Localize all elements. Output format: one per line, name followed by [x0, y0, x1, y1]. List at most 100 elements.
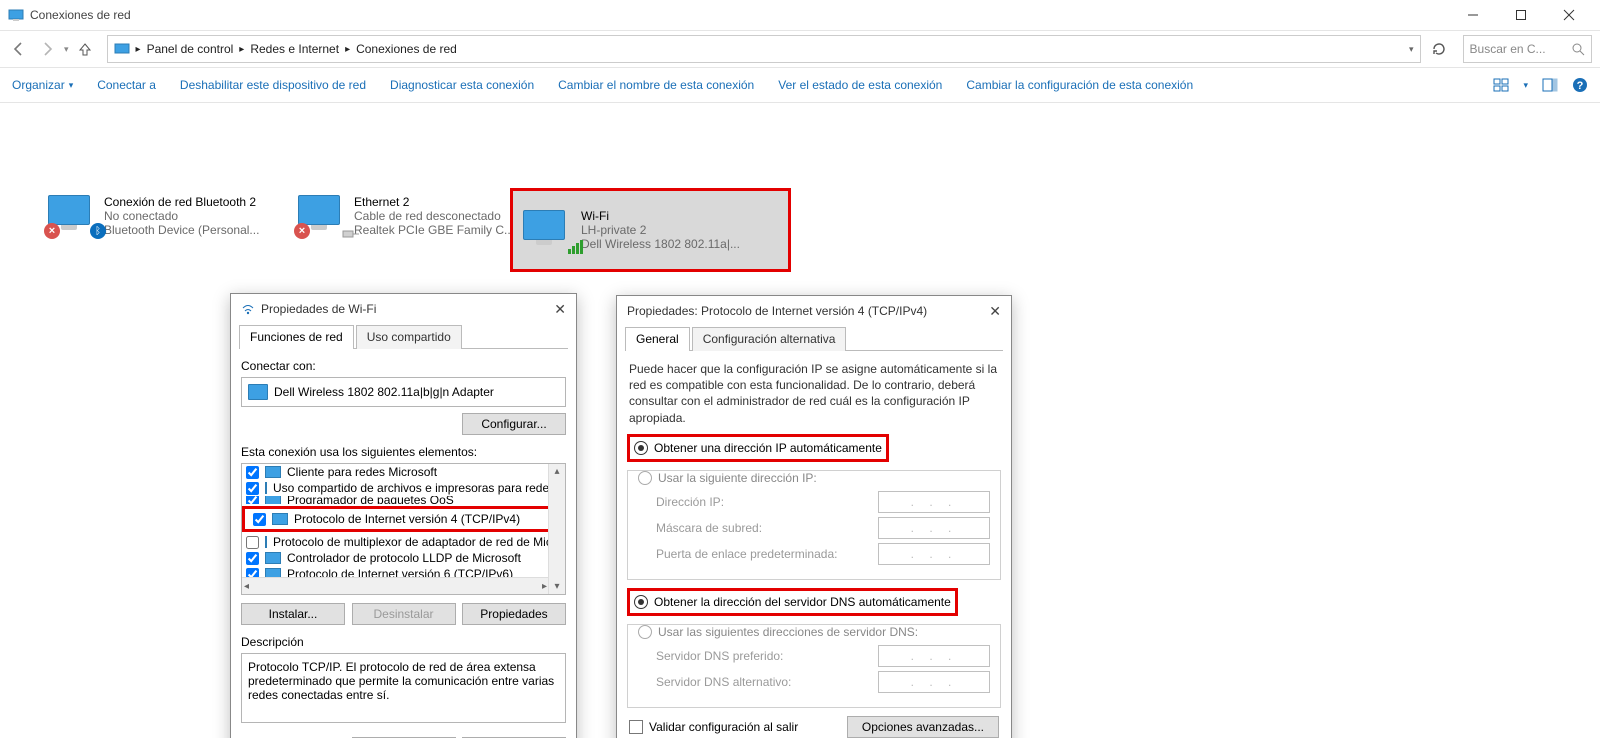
vertical-scrollbar[interactable]: ▴▾	[548, 464, 565, 594]
search-icon	[1571, 42, 1585, 56]
cmd-diagnose[interactable]: Diagnosticar esta conexión	[390, 78, 534, 92]
dialog-title: Propiedades de Wi-Fi	[261, 302, 376, 316]
uninstall-button: Desinstalar	[352, 603, 456, 625]
connection-ethernet[interactable]: × Ethernet 2 Cable de red desconectado R…	[298, 195, 538, 237]
tab-sharing[interactable]: Uso compartido	[356, 325, 462, 349]
dns-pref-input: . . .	[878, 645, 990, 667]
connection-status: Cable de red desconectado	[354, 209, 514, 223]
address-bar[interactable]: ▸ Panel de control ▸ Redes e Internet ▸ …	[107, 35, 1421, 63]
cmd-connect[interactable]: Conectar a	[97, 78, 156, 92]
wifi-properties-dialog: Propiedades de Wi-Fi ✕ Funciones de red …	[230, 293, 577, 738]
wifi-icon	[241, 302, 255, 316]
radio-icon	[638, 471, 652, 485]
list-item[interactable]: Protocolo de multiplexor de adaptador de…	[242, 534, 565, 550]
dns-alt-label: Servidor DNS alternativo:	[656, 675, 878, 689]
disconnected-x-icon: ×	[44, 223, 60, 239]
tab-general[interactable]: General	[625, 327, 690, 351]
view-layout-icon[interactable]	[1493, 77, 1509, 93]
app-icon	[8, 7, 24, 23]
radio-dns-auto[interactable]: Obtener la dirección del servidor DNS au…	[634, 595, 951, 609]
gateway-label: Puerta de enlace predeterminada:	[656, 547, 878, 561]
network-adapter-icon: × ᛒ	[48, 195, 96, 235]
close-button[interactable]	[1554, 0, 1584, 30]
network-adapter-icon: ×	[298, 195, 346, 235]
dialog-titlebar[interactable]: Propiedades de Wi-Fi ✕	[231, 294, 576, 324]
advanced-button[interactable]: Opciones avanzadas...	[847, 716, 999, 738]
subnet-mask-input: . . .	[878, 517, 990, 539]
help-text: Puede hacer que la configuración IP se a…	[629, 361, 999, 426]
radio-ip-auto[interactable]: Obtener una dirección IP automáticamente	[634, 441, 882, 455]
preview-pane-icon[interactable]	[1542, 77, 1558, 93]
breadcrumb-item[interactable]: Conexiones de red	[356, 42, 457, 56]
list-item-tcpipv4[interactable]: Protocolo de Internet versión 4 (TCP/IPv…	[249, 511, 558, 527]
checkbox[interactable]	[253, 513, 266, 526]
connection-bluetooth[interactable]: × ᛒ Conexión de red Bluetooth 2 No conec…	[48, 195, 288, 237]
dns-alt-input: . . .	[878, 671, 990, 693]
address-dropdown[interactable]: ▾	[1409, 44, 1414, 55]
properties-button[interactable]: Propiedades	[462, 603, 566, 625]
network-elements-list[interactable]: Cliente para redes Microsoft Uso compart…	[241, 463, 566, 595]
search-placeholder: Buscar en C...	[1470, 42, 1546, 56]
command-bar: Organizar ▾ Conectar a Deshabilitar este…	[0, 67, 1600, 103]
ethernet-plug-icon	[342, 228, 360, 240]
connection-status: LH-private 2	[581, 223, 740, 237]
list-item[interactable]: Controlador de protocolo LLDP de Microso…	[242, 550, 565, 566]
help-icon[interactable]: ?	[1572, 77, 1588, 93]
chevron-right-icon: ▸	[345, 44, 350, 55]
description-text: Protocolo TCP/IP. El protocolo de red de…	[241, 653, 566, 723]
search-input[interactable]: Buscar en C...	[1463, 35, 1592, 63]
dns-pref-label: Servidor DNS preferido:	[656, 649, 878, 663]
minimize-button[interactable]	[1458, 0, 1488, 30]
ip-address-label: Dirección IP:	[656, 495, 878, 509]
maximize-button[interactable]	[1506, 0, 1536, 30]
forward-button[interactable]	[36, 38, 58, 60]
validate-label: Validar configuración al salir	[649, 720, 798, 734]
breadcrumb-item[interactable]: Redes e Internet	[250, 42, 339, 56]
description-label: Descripción	[241, 635, 566, 649]
list-item[interactable]: Uso compartido de archivos e impresoras …	[242, 480, 565, 496]
horizontal-scrollbar[interactable]: ◂▸	[242, 577, 549, 594]
component-icon	[272, 513, 288, 525]
back-button[interactable]	[8, 38, 30, 60]
connection-wifi-selected[interactable]: Wi-Fi LH-private 2 Dell Wireless 1802 80…	[510, 188, 791, 272]
cmd-rename[interactable]: Cambiar el nombre de esta conexión	[558, 78, 754, 92]
checkbox[interactable]	[246, 496, 259, 504]
cmd-settings[interactable]: Cambiar la configuración de esta conexió…	[966, 78, 1193, 92]
refresh-button[interactable]	[1431, 41, 1447, 57]
tcpipv4-properties-dialog: Propiedades: Protocolo de Internet versi…	[616, 295, 1012, 738]
checkbox[interactable]	[246, 552, 259, 565]
close-icon[interactable]: ✕	[989, 303, 1001, 320]
history-dropdown[interactable]: ▾	[64, 44, 69, 55]
close-icon[interactable]: ✕	[554, 301, 566, 318]
up-button[interactable]	[75, 39, 95, 59]
cmd-status[interactable]: Ver el estado de esta conexión	[778, 78, 942, 92]
tab-alt-config[interactable]: Configuración alternativa	[692, 327, 847, 351]
configure-button[interactable]: Configurar...	[462, 413, 566, 435]
highlight-tcpipv4: Protocolo de Internet versión 4 (TCP/IPv…	[242, 506, 565, 532]
tab-network-functions[interactable]: Funciones de red	[239, 325, 354, 349]
radio-icon	[634, 595, 648, 609]
dialog-titlebar[interactable]: Propiedades: Protocolo de Internet versi…	[617, 296, 1011, 326]
cmd-disable[interactable]: Deshabilitar este dispositivo de red	[180, 78, 366, 92]
radio-ip-manual[interactable]: Usar la siguiente dirección IP:	[638, 471, 990, 485]
radio-dns-manual[interactable]: Usar las siguientes direcciones de servi…	[638, 625, 990, 639]
svg-text:?: ?	[1577, 80, 1584, 92]
navbar: ▾ ▸ Panel de control ▸ Redes e Internet …	[0, 31, 1600, 67]
connection-device: Bluetooth Device (Personal...	[104, 223, 259, 237]
breadcrumb-item[interactable]: Panel de control	[147, 42, 234, 56]
validate-checkbox[interactable]	[629, 720, 643, 734]
checkbox[interactable]	[246, 482, 259, 495]
list-item[interactable]: Programador de paquetes QoS	[242, 496, 565, 504]
list-item[interactable]: Cliente para redes Microsoft	[242, 464, 565, 480]
checkbox[interactable]	[246, 466, 259, 479]
install-button[interactable]: Instalar...	[241, 603, 345, 625]
checkbox[interactable]	[246, 536, 259, 549]
component-icon	[265, 482, 267, 494]
subnet-mask-label: Máscara de subred:	[656, 521, 878, 535]
connect-with-label: Conectar con:	[241, 359, 566, 373]
view-dropdown[interactable]: ▾	[1523, 80, 1528, 91]
connection-name: Conexión de red Bluetooth 2	[104, 195, 259, 209]
organize-menu[interactable]: Organizar ▾	[12, 78, 73, 92]
bluetooth-icon: ᛒ	[90, 223, 106, 239]
component-icon	[265, 496, 281, 504]
